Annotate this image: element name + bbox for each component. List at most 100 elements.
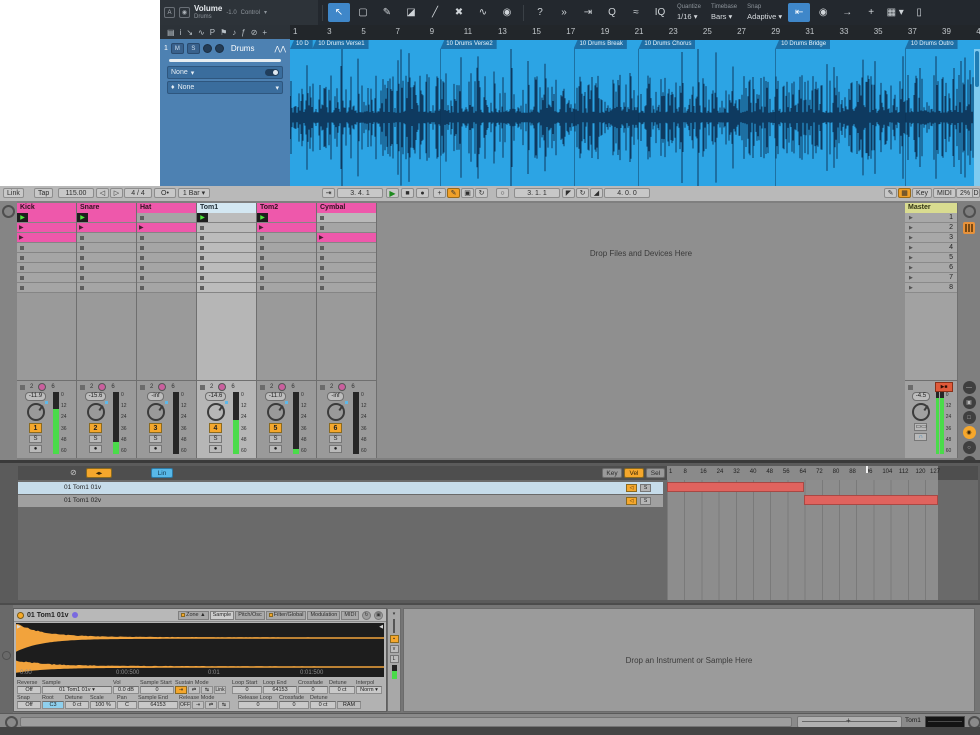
arrangement-marker[interactable]: 10 Drums Verse1	[312, 40, 368, 49]
clip-slot[interactable]	[137, 243, 196, 253]
arm-button[interactable]: ●	[209, 445, 222, 453]
clip-slot[interactable]: ▶	[77, 213, 136, 223]
clip-slot[interactable]	[257, 273, 316, 283]
clip-slot[interactable]: ▶	[197, 213, 256, 223]
clip-slot[interactable]	[17, 283, 76, 293]
timebase-dropdown[interactable]: Timebase Bars ▾	[711, 4, 737, 20]
scene-row[interactable]: ▶1	[905, 213, 957, 223]
timeline-ruler[interactable]: 1357911131517192123252729313335373941	[290, 25, 980, 40]
auto-select-button[interactable]: ◂▸	[86, 468, 112, 478]
paint-tool-icon[interactable]: ✎	[376, 3, 398, 22]
nudge-down-button[interactable]: ◁	[96, 188, 109, 198]
mute-button[interactable]: M	[171, 43, 184, 54]
track-stop-button[interactable]	[80, 385, 85, 390]
clip-slot[interactable]	[257, 243, 316, 253]
punch-out-button[interactable]: ◢	[590, 188, 603, 198]
tool-icon[interactable]: ↘	[186, 28, 193, 37]
solo-button[interactable]: S	[329, 435, 342, 443]
scene-launch-icon[interactable]: ▶	[909, 275, 913, 281]
clip-slot[interactable]	[137, 253, 196, 263]
clip-stop-icon[interactable]	[140, 236, 144, 240]
track-header[interactable]: Snare	[77, 203, 136, 213]
automation-arm-button[interactable]: ▣	[461, 188, 474, 198]
param-value[interactable]: 64153	[138, 701, 178, 709]
io-overview-icon[interactable]	[963, 205, 976, 218]
layout-grid-icon[interactable]: ▦ ▾	[884, 3, 906, 22]
clip-stop-icon[interactable]	[320, 286, 324, 290]
volume-value[interactable]: -inf	[327, 392, 343, 401]
clip-stop-icon[interactable]	[260, 246, 264, 250]
vertical-scrollbar[interactable]	[974, 49, 980, 186]
mode-button[interactable]: ⇥	[192, 701, 204, 709]
lock-icon[interactable]: ▣	[374, 611, 383, 620]
clip-slot[interactable]	[257, 283, 316, 293]
mute-tool-icon[interactable]: ✖	[448, 3, 470, 22]
scene-launch-icon[interactable]: ▶	[909, 255, 913, 261]
snap-toggle-icon[interactable]: ⇤	[788, 3, 810, 22]
clip-slot[interactable]	[77, 243, 136, 253]
velocity-zone-bar[interactable]	[804, 495, 938, 505]
sample-layer-row[interactable]: 01 Tom1 02v◁S	[18, 495, 663, 507]
computer-midi-keyboard-button[interactable]: ▦	[898, 188, 911, 198]
disable-icon[interactable]: ⊘	[251, 28, 258, 37]
layer-solo-button[interactable]: S	[640, 497, 651, 505]
new-button[interactable]: +	[433, 188, 446, 198]
clip-play-icon[interactable]: ▶	[79, 225, 84, 231]
sample-end-flag-icon[interactable]: ◀	[379, 624, 383, 630]
pan-knob[interactable]	[38, 383, 46, 391]
vel-zones-button[interactable]: Vel	[624, 468, 644, 478]
solo-button[interactable]: S	[149, 435, 162, 443]
clip-slot[interactable]: ▶	[17, 223, 76, 233]
link-button[interactable]: Link	[214, 686, 226, 694]
param-value[interactable]: 0.0 dB	[113, 686, 139, 694]
param-value[interactable]: Norm ▾	[356, 686, 382, 694]
volume-value[interactable]: -14.6	[205, 392, 227, 401]
snap-end-icon[interactable]: ◉	[812, 3, 834, 22]
track-header[interactable]: Tom2	[257, 203, 316, 213]
clip-stop-icon[interactable]	[80, 266, 84, 270]
velocity-zone-bar[interactable]	[667, 482, 804, 492]
groove-icon[interactable]: ≈	[625, 3, 647, 22]
clip-stop-icon[interactable]	[320, 276, 324, 280]
volume-value[interactable]: -11.0	[265, 392, 286, 401]
velocity-ruler[interactable]: 181624324048566472808896104112120127	[667, 466, 938, 480]
clip-slot[interactable]: ▶	[17, 233, 76, 243]
clip-stop-icon[interactable]	[260, 286, 264, 290]
track-drums[interactable]: 1 M S Drums ⋀⋀	[160, 39, 290, 56]
arm-button[interactable]: ●	[89, 445, 102, 453]
clip-stop-icon[interactable]	[260, 266, 264, 270]
param-value[interactable]: 0 ct	[65, 701, 89, 709]
mode-button[interactable]: ↹	[218, 701, 230, 709]
param-value[interactable]: 0	[140, 686, 174, 694]
track-stop-button[interactable]	[20, 385, 25, 390]
eraser-tool-icon[interactable]: ◪	[400, 3, 422, 22]
track-header[interactable]: Kick	[17, 203, 76, 213]
scene-row[interactable]: ▶2	[905, 223, 957, 233]
clip-view-icon[interactable]	[2, 205, 15, 218]
clip-slot[interactable]	[17, 253, 76, 263]
clip-stop-icon[interactable]	[320, 256, 324, 260]
mode-button[interactable]: ↹	[201, 686, 213, 694]
inspector-icon[interactable]: i	[180, 28, 182, 37]
clip-stop-icon[interactable]	[20, 266, 24, 270]
clip-slot[interactable]: ▶	[317, 233, 376, 243]
arrangement-marker[interactable]: 10 Drums Chorus	[638, 40, 695, 49]
sample-layer-row[interactable]: 01 Tom1 01v◁S	[18, 482, 663, 494]
marker-lane[interactable]: 10 D10 Drums Verse110 Drums Verse210 Dru…	[290, 40, 980, 49]
arm-button[interactable]: ●	[149, 445, 162, 453]
clip-launch-button[interactable]: ▶	[197, 213, 208, 222]
mode-button[interactable]: ⇄	[188, 686, 200, 694]
clip-stop-icon[interactable]	[20, 246, 24, 250]
arrangement-position[interactable]: 3. 4. 1	[337, 188, 383, 198]
clip-slot[interactable]	[137, 273, 196, 283]
volume-slider[interactable]	[169, 59, 281, 62]
automation-icon[interactable]: ∿	[198, 28, 205, 37]
clip-slot[interactable]	[77, 253, 136, 263]
master-volume-knob[interactable]	[912, 403, 930, 421]
clip-slot[interactable]	[317, 243, 376, 253]
clip-slot[interactable]	[197, 223, 256, 233]
play-button[interactable]: ▶	[386, 188, 399, 198]
clip-launch-button[interactable]: ▶	[257, 213, 268, 222]
clip-stop-icon[interactable]	[140, 246, 144, 250]
snap-dropdown[interactable]: Snap Adaptive ▾	[747, 4, 782, 20]
